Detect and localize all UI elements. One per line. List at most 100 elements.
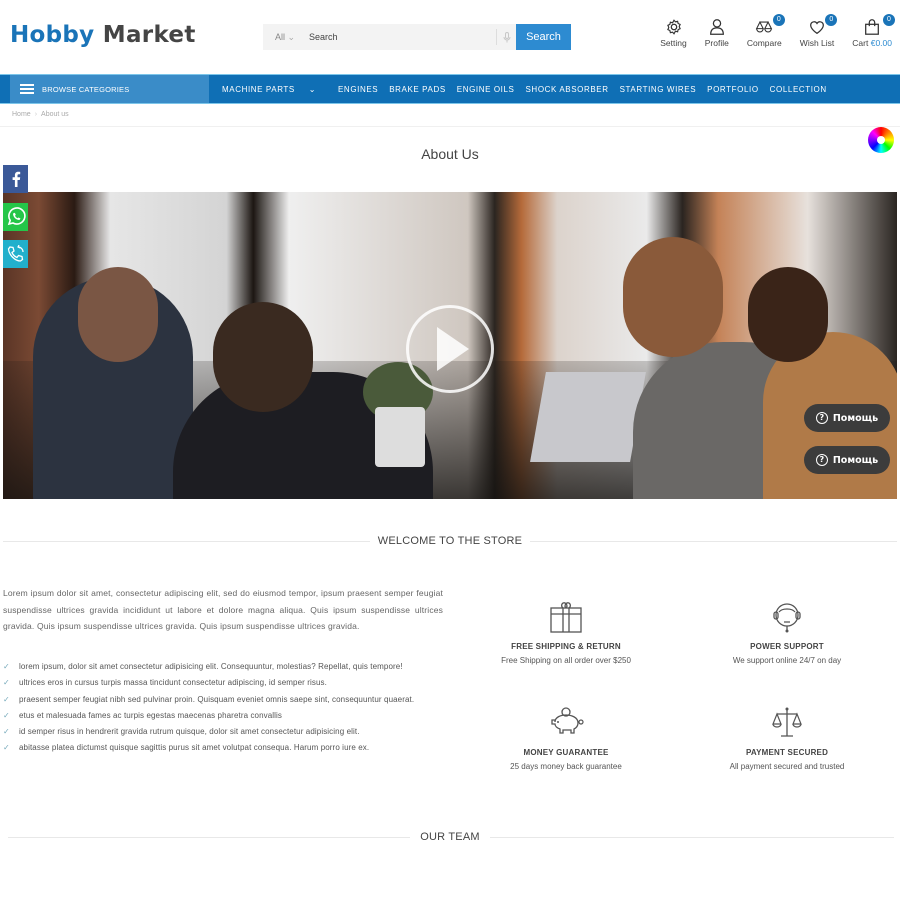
check-icon: ✓: [3, 678, 10, 688]
divider: [3, 541, 370, 542]
search-button[interactable]: Search: [516, 24, 571, 50]
compare-label: Compare: [746, 38, 782, 48]
nav-item-shock-absorber[interactable]: SHOCK ABSORBER: [526, 85, 609, 94]
nav-item-machine-parts[interactable]: MACHINE PARTS ⌄: [222, 85, 327, 94]
play-button[interactable]: [406, 305, 494, 393]
video-person-figure: [623, 237, 723, 357]
cart-total: €0.00: [870, 38, 892, 48]
wishlist-count-badge: 0: [825, 14, 838, 26]
feature-payment-secured: PAYMENT SECURED All payment secured and …: [687, 706, 887, 771]
list-item-text: etus et malesuada fames ac turpis egesta…: [19, 710, 283, 720]
phone-callback-icon: [7, 245, 24, 262]
feature-title: POWER SUPPORT: [750, 642, 824, 651]
wishlist-button[interactable]: Wish List 0: [799, 14, 838, 48]
list-item: ✓ praesent semper feugiat nibh sed pulvin…: [3, 692, 443, 708]
cart-button[interactable]: Cart €0.00 0: [852, 14, 895, 48]
facebook-share-button[interactable]: [3, 165, 28, 193]
site-header: Hobby Market All ⌄ Search Setting Profil…: [0, 0, 900, 75]
help-label: Помощь: [832, 454, 879, 466]
whatsapp-icon: [7, 207, 26, 226]
hamburger-icon: [20, 82, 34, 96]
divider: [8, 837, 410, 838]
nav-item-portfolio[interactable]: PORTFOLIO: [707, 85, 758, 94]
video-pot-figure: [375, 407, 425, 467]
video-person-figure: [748, 267, 828, 362]
list-item-text: praesent semper feugiat nibh sed pulvina…: [19, 694, 415, 704]
setting-button[interactable]: Setting: [660, 18, 687, 48]
list-item: ✓ etus et malesuada fames ac turpis egest…: [3, 708, 443, 724]
feature-title: FREE SHIPPING & RETURN: [511, 642, 621, 651]
team-title: OUR TEAM: [420, 831, 480, 843]
cart-count-badge: 0: [883, 14, 895, 26]
cart-label: Cart: [852, 38, 869, 48]
header-actions: Setting Profile Compare 0 Wish List 0 Ca…: [642, 14, 895, 48]
about-video[interactable]: [3, 192, 897, 499]
check-icon: ✓: [3, 743, 10, 753]
breadcrumb: Home › About us: [12, 111, 69, 118]
nav-item-brake-pads[interactable]: BRAKE PADS: [389, 85, 446, 94]
feature-description: All payment secured and trusted: [729, 762, 845, 771]
nav-item-engines[interactable]: ENGINES: [338, 85, 378, 94]
list-item: ✓ id semper risus in hendrerit gravida ru…: [3, 724, 443, 740]
breadcrumb-home-link[interactable]: Home: [12, 111, 31, 118]
headset-icon: [773, 603, 801, 633]
logo-part1: Hobby: [10, 22, 95, 48]
feature-description: We support online 24/7 on day: [732, 656, 842, 665]
nav-item-starting-wires[interactable]: STARTING WIRES: [620, 85, 697, 94]
feature-description: 25 days money back guarantee: [510, 762, 622, 771]
welcome-list: ✓ lorem ipsum, dolor sit amet consectetur…: [3, 659, 443, 757]
wishlist-label: Wish List: [799, 38, 835, 48]
compare-count-badge: 0: [772, 14, 785, 26]
check-icon: ✓: [3, 727, 10, 737]
question-icon: ?: [815, 454, 828, 466]
feature-title: PAYMENT SECURED: [745, 748, 829, 757]
profile-button[interactable]: Profile: [705, 18, 729, 48]
feature-power-support: POWER SUPPORT We support online 24/7 on …: [687, 600, 887, 665]
list-item-text: lorem ipsum, dolor sit amet consectetur …: [19, 662, 403, 671]
list-item-text: ultrices eros in cursus turpis massa tin…: [19, 678, 327, 688]
microphone-icon[interactable]: [496, 29, 516, 45]
feature-free-shipping: FREE SHIPPING & RETURN Free Shipping on …: [466, 600, 666, 665]
list-item: ✓ ultrices eros in cursus turpis massa ti…: [3, 675, 443, 691]
search-category-select[interactable]: All ⌄: [263, 32, 309, 43]
help-button[interactable]: ? Помощь: [804, 404, 890, 432]
chevron-down-icon: ⌄: [287, 31, 296, 42]
scales-icon: [772, 707, 802, 737]
video-person-figure: [78, 267, 158, 362]
divider: [490, 837, 894, 838]
color-picker-icon[interactable]: [868, 127, 894, 153]
list-item: ✓ lorem ipsum, dolor sit amet consectetur…: [3, 659, 443, 675]
user-icon: [709, 19, 724, 35]
gift-icon: [550, 602, 582, 633]
breadcrumb-current: About us: [41, 111, 69, 118]
menu-items: MACHINE PARTS ⌄ ENGINES BRAKE PADS ENGIN…: [222, 75, 838, 103]
welcome-section-heading: WELCOME TO THE STORE: [0, 535, 900, 547]
help-label: Помощь: [832, 412, 879, 424]
nav-item-collection[interactable]: COLLECTION: [770, 85, 827, 94]
divider: [0, 126, 900, 127]
video-person-figure: [213, 302, 313, 412]
piggy-bank-icon: [551, 707, 584, 734]
help-button[interactable]: ? Помощь: [804, 446, 890, 474]
feature-description: Free Shipping on all order over $250: [501, 656, 631, 665]
callback-button[interactable]: [3, 240, 28, 268]
logo[interactable]: Hobby Market: [10, 22, 196, 48]
compare-button[interactable]: Compare 0: [746, 14, 785, 48]
heart-icon: [810, 21, 824, 35]
list-item: ✓ abitasse platea dictumst quisque sagitt…: [3, 740, 443, 756]
gear-icon: [666, 19, 681, 35]
team-section-heading: OUR TEAM: [0, 831, 900, 843]
nav-item-label: MACHINE PARTS: [222, 84, 295, 94]
video-laptop-figure: [530, 372, 646, 462]
list-item-text: id semper risus in hendrerit gravida rut…: [19, 727, 360, 737]
check-icon: ✓: [3, 710, 10, 720]
divider: [530, 541, 897, 542]
browse-categories-label: BROWSE CATEGORIES: [42, 84, 130, 94]
play-icon: [437, 327, 469, 371]
search-bar: All ⌄ Search: [263, 24, 571, 50]
nav-item-engine-oils[interactable]: ENGINE OILS: [457, 85, 515, 94]
search-input[interactable]: [309, 32, 496, 42]
browse-categories-button[interactable]: BROWSE CATEGORIES: [10, 75, 209, 103]
whatsapp-button[interactable]: [3, 203, 28, 231]
check-icon: ✓: [3, 694, 10, 704]
